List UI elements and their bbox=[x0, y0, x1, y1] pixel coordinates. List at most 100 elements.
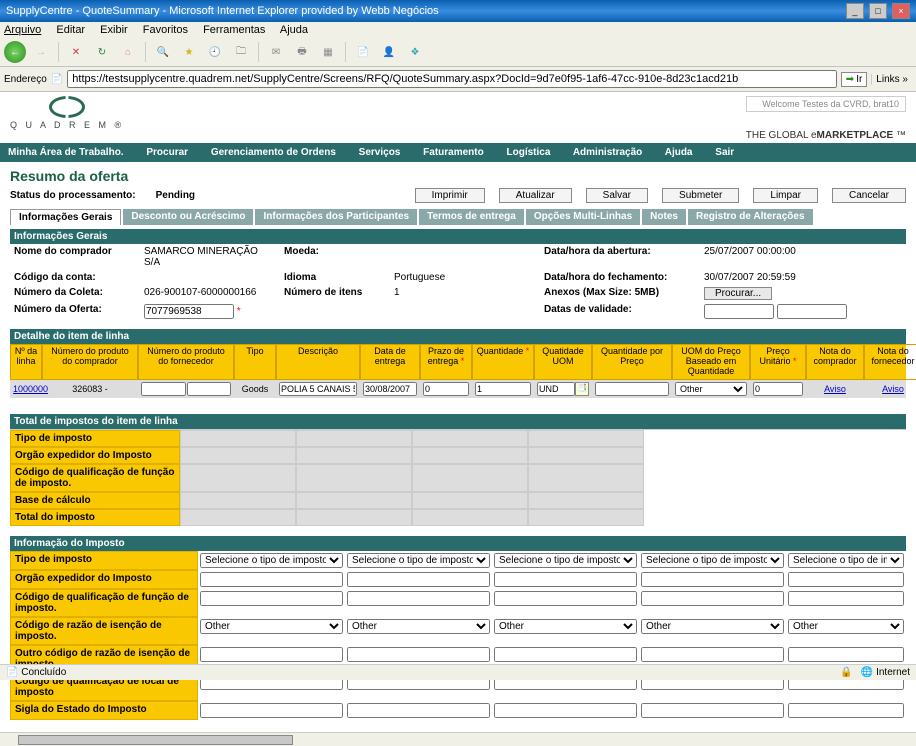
mail-icon[interactable]: ✉ bbox=[265, 41, 287, 63]
back-button[interactable]: ← bbox=[4, 41, 26, 63]
folders-icon[interactable]: 🗀 bbox=[230, 41, 252, 63]
nav-billing[interactable]: Faturamento bbox=[423, 147, 484, 158]
nav-logistics[interactable]: Logística bbox=[507, 147, 551, 158]
tax-type-select[interactable]: Selecione o tipo de imposto bbox=[788, 553, 904, 568]
taxinfo-input[interactable] bbox=[788, 703, 904, 718]
forward-button[interactable]: → bbox=[30, 41, 52, 63]
tax-type-select[interactable]: Selecione o tipo de imposto bbox=[200, 553, 343, 568]
sprod-input-1[interactable] bbox=[141, 382, 186, 396]
status-value: Pending bbox=[156, 190, 195, 201]
nav-search[interactable]: Procurar bbox=[146, 147, 188, 158]
horizontal-scrollbar[interactable] bbox=[0, 732, 916, 746]
taxinfo-input[interactable] bbox=[347, 703, 490, 718]
close-date-value: 30/07/2007 20:59:59 bbox=[700, 270, 906, 285]
valid-from-input[interactable] bbox=[704, 304, 774, 319]
taxinfo-input[interactable] bbox=[347, 647, 490, 662]
exempt-reason-select[interactable]: Other bbox=[347, 619, 490, 634]
uom-input[interactable] bbox=[537, 382, 575, 396]
cancel-button[interactable]: Cancelar bbox=[832, 188, 906, 203]
tab-changelog[interactable]: Registro de Alterações bbox=[688, 209, 813, 225]
taxinfo-input[interactable] bbox=[200, 647, 343, 662]
menu-item[interactable]: Ferramentas bbox=[203, 24, 265, 36]
tab-delivery[interactable]: Termos de entrega bbox=[419, 209, 524, 225]
clear-button[interactable]: Limpar bbox=[753, 188, 818, 203]
nav-orders[interactable]: Gerenciamento de Ordens bbox=[211, 147, 336, 158]
tab-multiline[interactable]: Opções Multi-Linhas bbox=[526, 209, 640, 225]
sprod-input-2[interactable] bbox=[187, 382, 232, 396]
exempt-reason-select[interactable]: Other bbox=[200, 619, 343, 634]
quote-num-input[interactable] bbox=[144, 304, 234, 319]
exempt-reason-select[interactable]: Other bbox=[494, 619, 637, 634]
exempt-reason-select[interactable]: Other bbox=[641, 619, 784, 634]
taxinfo-input[interactable] bbox=[788, 647, 904, 662]
bnote-link[interactable]: Aviso bbox=[824, 384, 846, 394]
taxinfo-input[interactable] bbox=[347, 572, 490, 587]
qty-input[interactable] bbox=[475, 382, 531, 396]
taxinfo-input[interactable] bbox=[788, 572, 904, 587]
taxinfo-input[interactable] bbox=[494, 591, 637, 606]
menu-item[interactable]: Editar bbox=[56, 24, 85, 36]
taxinfo-input[interactable] bbox=[641, 703, 784, 718]
history-icon[interactable]: 🕘 bbox=[204, 41, 226, 63]
tax-type-select[interactable]: Selecione o tipo de imposto bbox=[494, 553, 637, 568]
links-menu[interactable]: Links » bbox=[871, 74, 912, 85]
dterm-input[interactable] bbox=[423, 382, 469, 396]
minimize-button[interactable]: _ bbox=[846, 3, 864, 19]
nav-workspace[interactable]: Minha Área de Trabalho. bbox=[8, 147, 124, 158]
search-icon[interactable]: 🔍 bbox=[152, 41, 174, 63]
tax-type-select[interactable]: Selecione o tipo de imposto bbox=[641, 553, 784, 568]
snote-link[interactable]: Aviso bbox=[882, 384, 904, 394]
menu-item[interactable]: Ajuda bbox=[280, 24, 308, 36]
close-button[interactable]: × bbox=[892, 3, 910, 19]
go-button[interactable]: ➡Ir bbox=[841, 72, 868, 87]
nav-help[interactable]: Ajuda bbox=[665, 147, 693, 158]
menu-item[interactable]: Favoritos bbox=[143, 24, 188, 36]
qpp-input[interactable] bbox=[595, 382, 669, 396]
taxinfo-input[interactable] bbox=[641, 572, 784, 587]
home-icon[interactable]: ⌂ bbox=[117, 41, 139, 63]
maximize-button[interactable]: □ bbox=[869, 3, 887, 19]
taxinfo-input[interactable] bbox=[494, 703, 637, 718]
tab-participants[interactable]: Informações dos Participantes bbox=[255, 209, 417, 225]
taxinfo-input[interactable] bbox=[788, 591, 904, 606]
taxinfo-input[interactable] bbox=[641, 591, 784, 606]
tab-general[interactable]: Informações Gerais bbox=[10, 209, 121, 225]
puom-select[interactable]: Other bbox=[675, 382, 747, 396]
messenger-icon[interactable]: 👤 bbox=[378, 41, 400, 63]
address-input[interactable] bbox=[67, 70, 837, 88]
favorites-icon[interactable]: ★ bbox=[178, 41, 200, 63]
desc-input[interactable] bbox=[279, 382, 357, 396]
tab-notes[interactable]: Notes bbox=[642, 209, 686, 225]
nav-admin[interactable]: Administração bbox=[573, 147, 642, 158]
menu-item[interactable]: Arquivo bbox=[4, 24, 41, 36]
browse-button[interactable]: Procurar... bbox=[704, 287, 772, 300]
menu-item[interactable]: Exibir bbox=[100, 24, 128, 36]
uom-picker-icon[interactable]: 📑 bbox=[575, 382, 589, 396]
taxinfo-input[interactable] bbox=[200, 591, 343, 606]
taxinfo-input[interactable] bbox=[494, 647, 637, 662]
extra-icon[interactable]: ❖ bbox=[404, 41, 426, 63]
save-button[interactable]: Salvar bbox=[586, 188, 648, 203]
refresh-button[interactable]: Atualizar bbox=[499, 188, 572, 203]
print-icon[interactable]: 🖶 bbox=[291, 41, 313, 63]
taxinfo-input[interactable] bbox=[494, 572, 637, 587]
submit-button[interactable]: Submeter bbox=[662, 188, 739, 203]
exempt-reason-select[interactable]: Other bbox=[788, 619, 904, 634]
stop-icon[interactable]: ✕ bbox=[65, 41, 87, 63]
discuss-icon[interactable]: 📄 bbox=[352, 41, 374, 63]
print-button[interactable]: Imprimir bbox=[415, 188, 485, 203]
taxinfo-input[interactable] bbox=[200, 572, 343, 587]
lock-icon: 🔒 bbox=[840, 667, 852, 678]
tax-type-select[interactable]: Selecione o tipo de imposto bbox=[347, 553, 490, 568]
ddate-input[interactable] bbox=[363, 382, 417, 396]
nav-exit[interactable]: Sair bbox=[715, 147, 734, 158]
taxinfo-input[interactable] bbox=[200, 703, 343, 718]
edit-icon[interactable]: ▦ bbox=[317, 41, 339, 63]
refresh-icon[interactable]: ↻ bbox=[91, 41, 113, 63]
tab-discount[interactable]: Desconto ou Acréscimo bbox=[123, 209, 253, 225]
nav-services[interactable]: Serviços bbox=[359, 147, 401, 158]
valid-to-input[interactable] bbox=[777, 304, 847, 319]
taxinfo-input[interactable] bbox=[347, 591, 490, 606]
uprice-input[interactable] bbox=[753, 382, 803, 396]
taxinfo-input[interactable] bbox=[641, 647, 784, 662]
